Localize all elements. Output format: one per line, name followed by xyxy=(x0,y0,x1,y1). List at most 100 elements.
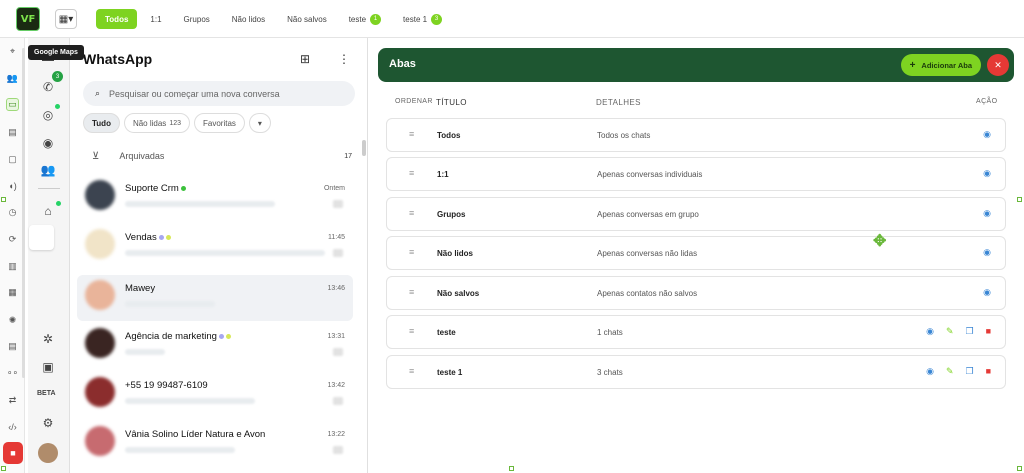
kanban-icon[interactable]: ▥ xyxy=(6,260,19,273)
copy-icon[interactable]: ❐ xyxy=(965,326,973,337)
status-icon[interactable]: ◎ xyxy=(39,106,57,124)
channels-icon[interactable]: ◉ xyxy=(39,134,57,152)
chat-filters: Tudo Não lidas 123 Favoritas ▾ xyxy=(83,113,271,133)
view-icon[interactable]: ◉ xyxy=(983,208,991,219)
filter-more-dropdown[interactable]: ▾ xyxy=(248,113,271,133)
top-bar: VF ▦▾ Todos 1:1 Grupos Não lidos Não sal… xyxy=(0,0,1024,38)
view-icon[interactable]: ◉ xyxy=(983,168,991,179)
drag-handle-icon[interactable]: ≡ xyxy=(409,326,414,336)
filter-nao-lidas[interactable]: Não lidas 123 xyxy=(123,113,190,133)
view-icon[interactable]: ◉ xyxy=(983,287,991,298)
resize-handle[interactable] xyxy=(1,197,6,202)
archived-row[interactable]: ⊻ Arquivadas 17 xyxy=(92,148,352,164)
plus-icon: + xyxy=(909,59,916,71)
archive-icon: ⊻ xyxy=(92,150,100,162)
tab-nao-lidos[interactable]: Não lidos xyxy=(223,9,274,29)
link-icon[interactable]: ⇄ xyxy=(6,394,19,407)
label-dot xyxy=(158,234,164,240)
edit-icon[interactable]: ✎ xyxy=(946,326,954,337)
chat-status xyxy=(333,348,343,356)
communities-icon[interactable]: 👥 xyxy=(39,161,57,179)
chat-preview xyxy=(125,250,325,256)
close-button[interactable]: ✕ xyxy=(987,54,1009,76)
chat-preview xyxy=(125,301,215,307)
filter-favoritas[interactable]: Favoritas xyxy=(194,113,245,133)
resize-handle[interactable] xyxy=(509,466,514,471)
drag-handle-icon[interactable]: ≡ xyxy=(409,287,414,297)
chat-item[interactable]: Vânia Solino Líder Natura e Avon 13:22 xyxy=(77,421,353,467)
copy-icon[interactable]: ❐ xyxy=(965,366,973,377)
flow-icon[interactable]: ∘∘ xyxy=(6,366,19,379)
tab-grupos[interactable]: Grupos xyxy=(175,9,219,29)
chat-list-scrollbar[interactable] xyxy=(362,140,366,156)
resize-handle[interactable] xyxy=(1017,197,1022,202)
audio-icon[interactable]: ◖) xyxy=(6,179,19,192)
app-logo[interactable]: VF xyxy=(16,7,40,31)
chat-item[interactable]: +55 19 99487-6109 13:42 xyxy=(77,372,353,418)
tab-individual[interactable]: 1:1 xyxy=(141,9,170,29)
chat-status xyxy=(333,249,343,257)
search-input[interactable]: ⌕ Pesquisar ou começar uma nova conversa xyxy=(83,81,355,106)
chat-name: Vendas xyxy=(125,232,157,243)
edit-icon[interactable]: ✎ xyxy=(946,366,954,377)
document-icon[interactable]: ▤ xyxy=(6,340,19,353)
abas-panel: Abas + Adicionar Aba ✕ ORDENAR TÍTULO DET… xyxy=(368,38,1024,473)
view-icon[interactable]: ◉ xyxy=(983,129,991,140)
calls-badge: 3 xyxy=(52,71,63,82)
chat-icon[interactable]: ▢ xyxy=(6,153,19,166)
view-icon[interactable]: ◉ xyxy=(926,366,934,377)
chat-status xyxy=(333,397,343,405)
chat-item-selected[interactable]: Mawey 13:46 xyxy=(77,275,353,321)
map-pin-icon[interactable]: ⌖ xyxy=(6,45,19,58)
whatsapp-nav-column: ▬ ✆ 3 ◎ ◉ 👥 ⌂ ✲ ▣ BETA ⚙ xyxy=(28,38,70,473)
resize-handle[interactable] xyxy=(1017,466,1022,471)
chat-name: Suporte Crm xyxy=(125,183,179,194)
code-icon[interactable]: ‹/› xyxy=(6,420,19,433)
tab-nao-salvos[interactable]: Não salvos xyxy=(278,9,336,29)
store-icon[interactable]: ⌂ xyxy=(39,202,57,220)
clipboard-icon[interactable]: ▤ xyxy=(6,126,19,139)
new-chat-icon[interactable]: ⊞ xyxy=(300,52,310,66)
table-row: ≡ teste 1 3 chats ◉ ✎ ❐ ■ xyxy=(386,355,1006,389)
more-menu-icon[interactable]: ⋮ xyxy=(338,52,350,66)
resize-handle[interactable] xyxy=(1,466,6,471)
delete-icon[interactable]: ■ xyxy=(986,326,991,337)
chat-item[interactable]: Suporte Crm Ontem xyxy=(77,175,353,221)
settings-icon[interactable]: ⚙ xyxy=(39,414,57,432)
refresh-icon[interactable]: ⟳ xyxy=(6,233,19,246)
bug-icon[interactable]: ✲ xyxy=(39,330,57,348)
add-tab-button[interactable]: + Adicionar Aba xyxy=(900,54,981,76)
drag-handle-icon[interactable]: ≡ xyxy=(409,168,414,178)
chat-item[interactable]: Vendas 11:45 xyxy=(77,224,353,270)
gallery-icon[interactable]: ▣ xyxy=(39,358,57,376)
tab-teste[interactable]: teste 1 xyxy=(340,9,390,29)
drag-handle-icon[interactable]: ≡ xyxy=(409,129,414,139)
chat-avatar xyxy=(85,426,115,456)
delete-icon[interactable]: ■ xyxy=(986,366,991,377)
tabs-icon[interactable]: ▭ xyxy=(6,98,19,111)
calendar-icon[interactable]: ▦ xyxy=(6,286,19,299)
chat-item[interactable]: Agência de marketing 13:31 xyxy=(77,323,353,369)
view-icon[interactable]: ◉ xyxy=(983,247,991,258)
clock-icon[interactable]: ◷ xyxy=(6,206,19,219)
grid-menu-icon[interactable]: ▦▾ xyxy=(55,9,77,29)
drag-handle-icon[interactable]: ≡ xyxy=(409,208,414,218)
video-record-icon[interactable]: ■ xyxy=(3,442,23,464)
rail-scrollbar[interactable] xyxy=(22,48,25,378)
chat-preview xyxy=(125,349,165,355)
abas-header: Abas + Adicionar Aba ✕ xyxy=(378,48,1014,82)
profile-avatar[interactable] xyxy=(38,443,58,463)
chat-status xyxy=(333,200,343,208)
drag-handle-icon[interactable]: ≡ xyxy=(409,247,414,257)
settings-gear-icon[interactable]: ✺ xyxy=(6,314,19,327)
status-dot xyxy=(55,104,60,109)
drag-handle-icon[interactable]: ≡ xyxy=(409,366,414,376)
filter-tudo[interactable]: Tudo xyxy=(83,113,120,133)
tab-todos[interactable]: Todos xyxy=(96,9,138,29)
view-icon[interactable]: ◉ xyxy=(926,326,934,337)
chat-avatar xyxy=(85,180,115,210)
close-icon: ✕ xyxy=(994,59,1002,70)
tab-teste-1[interactable]: teste 13 xyxy=(394,9,451,29)
contacts-icon[interactable]: 👥 xyxy=(6,72,19,85)
blank-panel[interactable] xyxy=(29,225,54,250)
